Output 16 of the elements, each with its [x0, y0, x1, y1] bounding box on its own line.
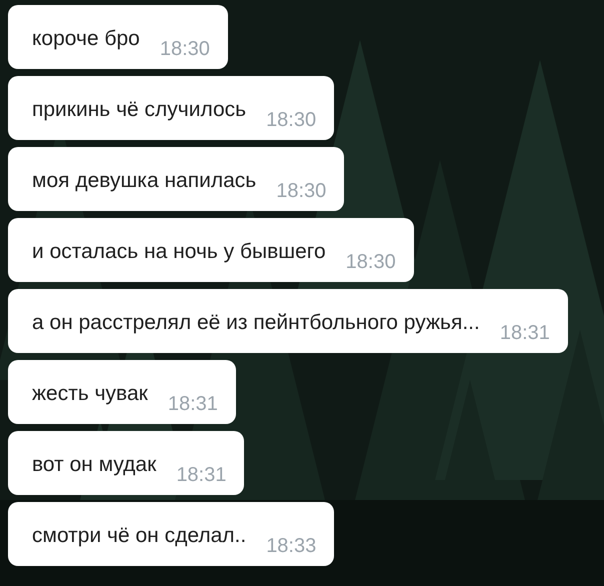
- message-time: 18:30: [346, 250, 396, 274]
- message-time: 18:30: [160, 37, 210, 61]
- message-time: 18:30: [276, 179, 326, 203]
- message-text: прикинь чё случилось: [32, 97, 246, 123]
- message-time: 18:31: [500, 321, 550, 345]
- message-time: 18:33: [266, 534, 316, 558]
- message-text: короче бро: [32, 26, 140, 52]
- message-text: смотри чё он сделал..: [32, 523, 246, 549]
- message-text: и осталась на ночь у бывшего: [32, 239, 326, 265]
- message-text: вот он мудак: [32, 452, 156, 478]
- message-text: моя девушка напилась: [32, 168, 256, 194]
- message-text: жесть чувак: [32, 381, 148, 407]
- message-time: 18:31: [168, 392, 218, 416]
- message-time: 18:31: [176, 463, 226, 487]
- message-time: 18:30: [266, 108, 316, 132]
- message-text: а он расстрелял её из пейнтбольного ружья...: [32, 310, 480, 336]
